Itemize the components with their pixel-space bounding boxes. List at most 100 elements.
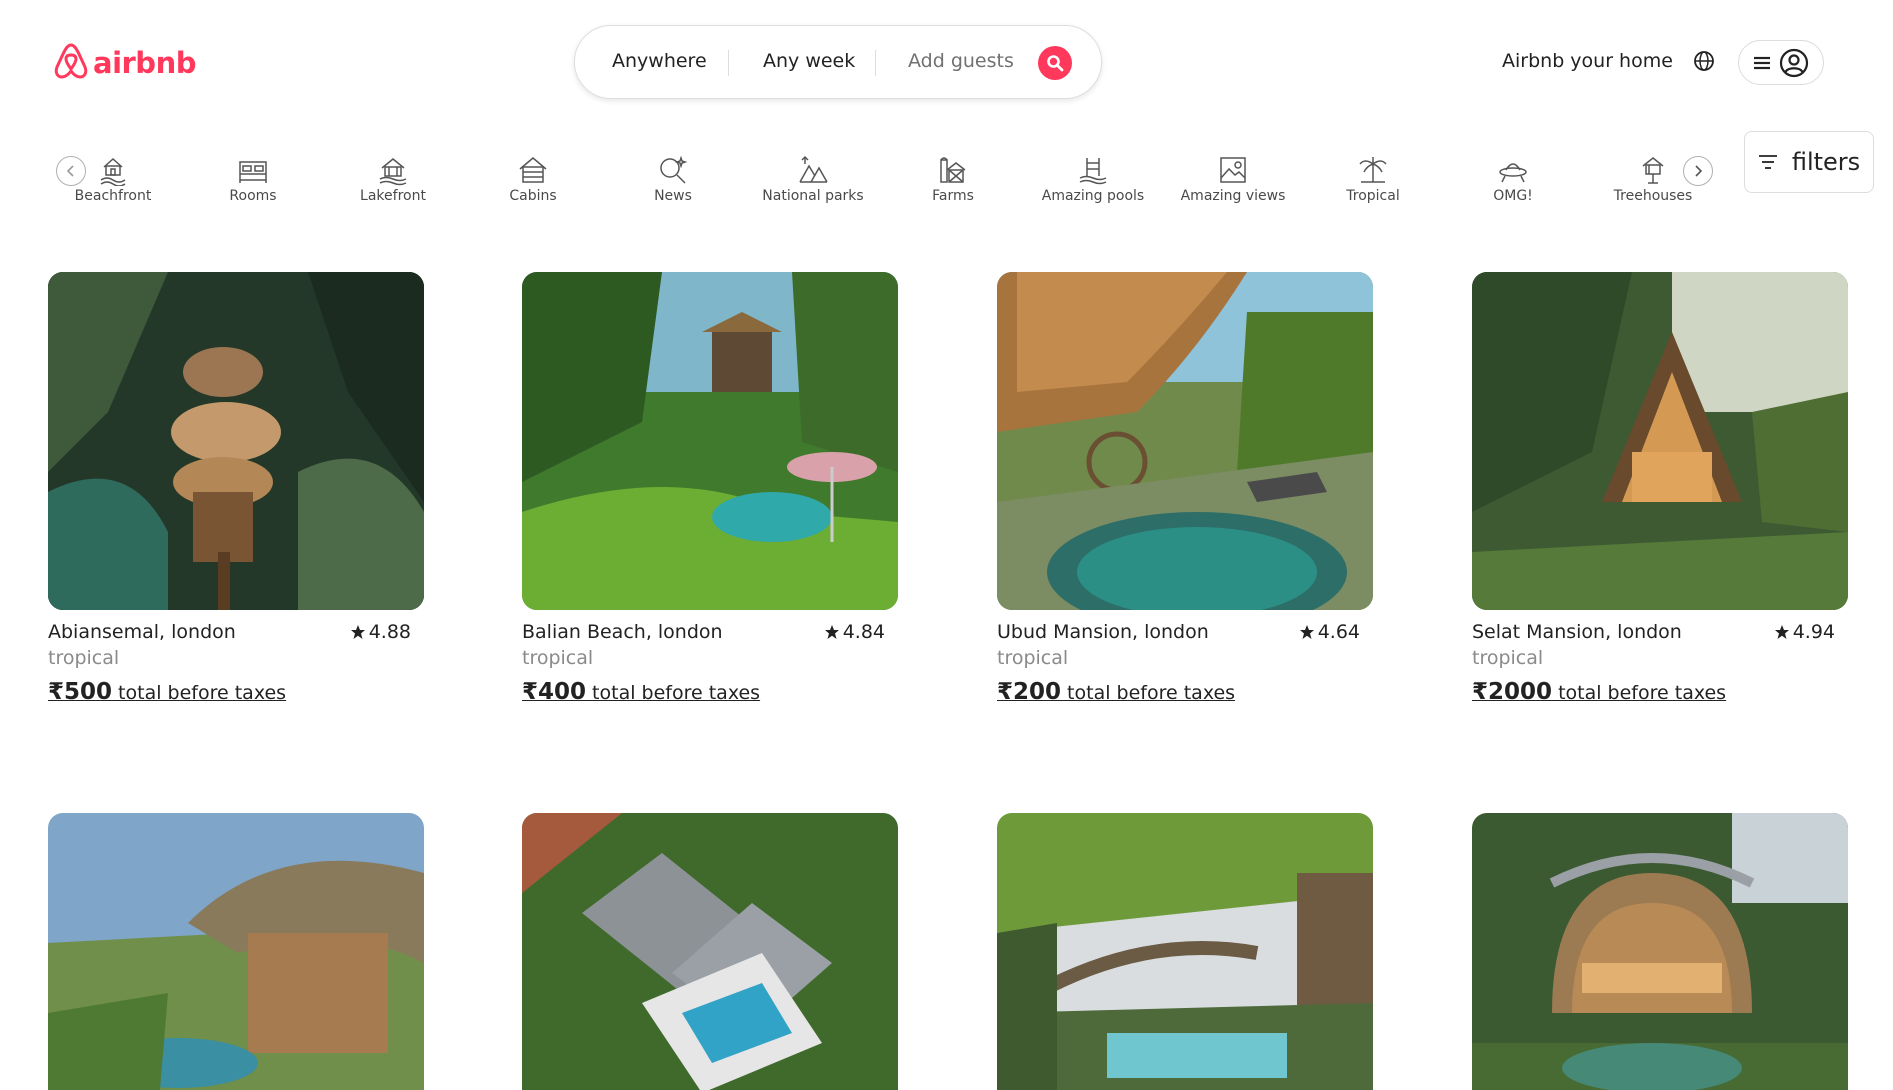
airbnb-logo-icon bbox=[54, 42, 88, 84]
category-amazing-pools[interactable]: Amazing pools bbox=[1033, 154, 1153, 204]
listing-title: Balian Beach, london bbox=[522, 621, 723, 643]
search-divider bbox=[875, 50, 876, 76]
listing-card[interactable] bbox=[997, 813, 1373, 1090]
category-rooms[interactable]: Rooms bbox=[193, 154, 313, 204]
category-label: National parks bbox=[762, 188, 864, 204]
category-label: News bbox=[654, 188, 692, 204]
listing-rating: 4.64 bbox=[1299, 621, 1360, 643]
listing-photo[interactable] bbox=[997, 813, 1373, 1090]
airbnb-your-home-link[interactable]: Airbnb your home bbox=[1502, 50, 1673, 72]
listing-card[interactable] bbox=[522, 813, 898, 1090]
listing-rating-value: 4.84 bbox=[842, 621, 885, 643]
star-icon bbox=[1299, 625, 1314, 639]
listing-price-amount: ₹200 bbox=[997, 679, 1062, 705]
view-icon bbox=[1220, 157, 1246, 183]
listing-photo[interactable] bbox=[522, 813, 898, 1090]
listing-price-amount: ₹400 bbox=[522, 679, 587, 705]
user-menu-button[interactable] bbox=[1738, 40, 1824, 85]
search-divider bbox=[728, 50, 729, 76]
listing-subtitle: tropical bbox=[997, 647, 1069, 669]
search-icon bbox=[1047, 55, 1064, 72]
listing-rating-value: 4.94 bbox=[1792, 621, 1835, 643]
listing-price-amount: ₹500 bbox=[48, 679, 113, 705]
category-label: Treehouses bbox=[1613, 188, 1693, 204]
user-circle-icon bbox=[1779, 48, 1809, 77]
listing-price[interactable]: ₹2000 total before taxes bbox=[1472, 679, 1848, 705]
cabin-icon bbox=[519, 157, 547, 183]
lake-house-icon bbox=[379, 158, 407, 186]
category-farms[interactable]: Farms bbox=[893, 154, 1013, 204]
listing-subtitle: tropical bbox=[48, 647, 120, 669]
category-label: Beachfront bbox=[74, 188, 152, 204]
filters-label: filters bbox=[1791, 148, 1861, 176]
listing-rating: 4.84 bbox=[824, 621, 885, 643]
category-news[interactable]: News bbox=[613, 154, 733, 204]
search-who-button[interactable]: Add guests bbox=[908, 50, 1014, 72]
listing-photo[interactable] bbox=[48, 813, 424, 1090]
listing-card[interactable] bbox=[48, 813, 424, 1090]
category-label: OMG! bbox=[1493, 188, 1533, 204]
airbnb-logo-text: airbnb bbox=[93, 46, 196, 80]
category-beachfront[interactable]: Beachfront bbox=[53, 154, 173, 204]
barn-icon bbox=[940, 157, 966, 183]
category-label: Amazing views bbox=[1180, 188, 1286, 204]
listing-rating-value: 4.64 bbox=[1317, 621, 1360, 643]
treehouse-icon bbox=[1642, 157, 1664, 184]
category-label: Lakefront bbox=[360, 188, 426, 204]
listing-rating: 4.94 bbox=[1774, 621, 1835, 643]
category-amazing-views[interactable]: Amazing views bbox=[1173, 154, 1293, 204]
search-when-button[interactable]: Any week bbox=[763, 50, 855, 72]
listing-card[interactable]: Balian Beach, london 4.84 tropical ₹400 … bbox=[522, 272, 898, 705]
category-tropical[interactable]: Tropical bbox=[1313, 154, 1433, 204]
listing-subtitle: tropical bbox=[522, 647, 594, 669]
ufo-icon bbox=[1499, 163, 1527, 183]
listing-title: Selat Mansion, london bbox=[1472, 621, 1682, 643]
category-label: Rooms bbox=[229, 188, 277, 204]
listing-title: Ubud Mansion, london bbox=[997, 621, 1209, 643]
category-label: Amazing pools bbox=[1041, 188, 1145, 204]
globe-icon[interactable] bbox=[1693, 50, 1715, 76]
search-bar[interactable]: Anywhere Any week Add guests bbox=[574, 25, 1102, 99]
category-lakefront[interactable]: Lakefront bbox=[333, 154, 453, 204]
listing-photo[interactable] bbox=[48, 272, 424, 610]
listing-price-suffix: total before taxes bbox=[112, 682, 287, 704]
listing-card[interactable] bbox=[1472, 813, 1848, 1090]
airbnb-logo[interactable]: airbnb bbox=[54, 42, 196, 84]
listing-photo[interactable] bbox=[1472, 813, 1848, 1090]
filters-button[interactable]: filters bbox=[1744, 131, 1874, 193]
listing-card[interactable]: Ubud Mansion, london 4.64 tropical ₹200 … bbox=[997, 272, 1373, 705]
category-omg[interactable]: OMG! bbox=[1453, 154, 1573, 204]
hamburger-icon bbox=[1754, 56, 1770, 69]
sparkle-search-icon bbox=[660, 155, 688, 184]
listing-rating: 4.88 bbox=[350, 621, 411, 643]
listing-price-amount: ₹2000 bbox=[1472, 679, 1553, 705]
listing-photo[interactable] bbox=[997, 272, 1373, 610]
chevron-right-icon bbox=[1695, 165, 1703, 177]
category-label: Cabins bbox=[509, 188, 557, 204]
category-label: Farms bbox=[932, 188, 974, 204]
listing-price[interactable]: ₹500 total before taxes bbox=[48, 679, 424, 705]
park-icon bbox=[799, 155, 828, 183]
listing-price[interactable]: ₹400 total before taxes bbox=[522, 679, 898, 705]
listing-rating-value: 4.88 bbox=[368, 621, 411, 643]
category-scroll-right-button[interactable] bbox=[1683, 156, 1713, 186]
listing-price[interactable]: ₹200 total before taxes bbox=[997, 679, 1373, 705]
category-label: Tropical bbox=[1346, 188, 1400, 204]
listing-card[interactable]: Selat Mansion, london 4.94 tropical ₹200… bbox=[1472, 272, 1848, 705]
palm-icon bbox=[1359, 157, 1387, 183]
search-submit-button[interactable] bbox=[1038, 46, 1072, 80]
category-cabins[interactable]: Cabins bbox=[473, 154, 593, 204]
star-icon bbox=[350, 625, 365, 639]
beach-icon bbox=[100, 157, 126, 186]
star-icon bbox=[1774, 625, 1789, 639]
listing-photo[interactable] bbox=[522, 272, 898, 610]
category-national-parks[interactable]: National parks bbox=[753, 154, 873, 204]
search-where-button[interactable]: Anywhere bbox=[612, 50, 707, 72]
listing-price-suffix: total before taxes bbox=[586, 682, 761, 704]
listing-photo[interactable] bbox=[1472, 272, 1848, 610]
listing-title: Abiansemal, london bbox=[48, 621, 236, 643]
listing-card[interactable]: Abiansemal, london 4.88 tropical ₹500 to… bbox=[48, 272, 424, 705]
star-icon bbox=[824, 625, 839, 639]
listing-price-suffix: total before taxes bbox=[1061, 682, 1236, 704]
pool-icon bbox=[1079, 158, 1107, 185]
